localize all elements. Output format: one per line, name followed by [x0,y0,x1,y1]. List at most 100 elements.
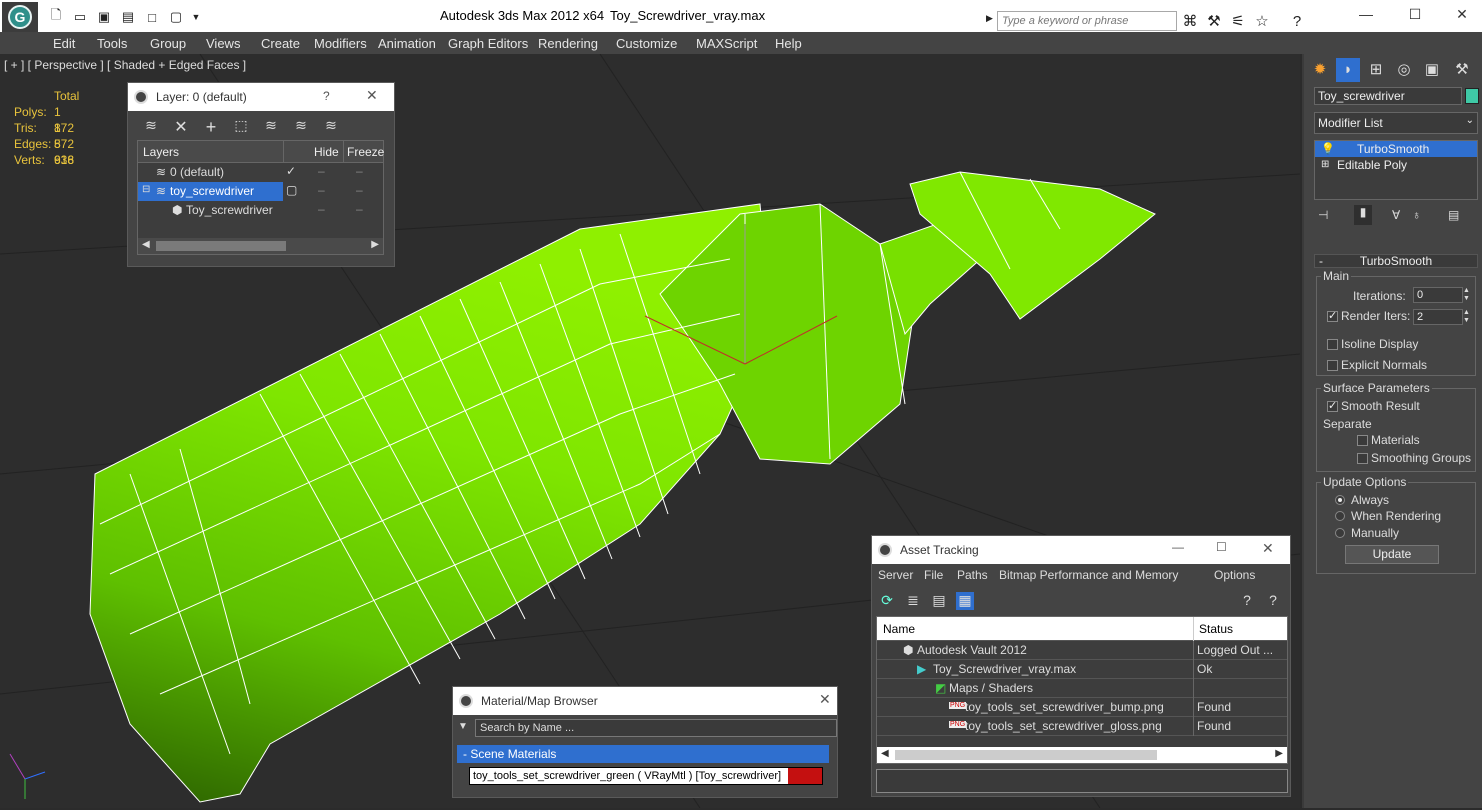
asset-row[interactable]: PNG toy_tools_set_screwdriver_gloss.png … [877,717,1287,736]
menu-animation[interactable]: Animation [378,36,436,51]
column-name[interactable]: Name [883,622,915,636]
menu-rendering[interactable]: Rendering [538,36,598,51]
close-icon[interactable]: ✕ [1262,540,1274,557]
menu-maxscript[interactable]: MAXScript [696,36,757,51]
help-icon[interactable]: ? [1287,11,1307,31]
horizontal-scrollbar[interactable]: ◀ ▶ [877,747,1287,763]
asset-dialog-titlebar[interactable]: Asset Tracking — ☐ ✕ [872,536,1290,564]
hide-toggle[interactable]: ‒ [318,183,325,197]
layer-dialog-titlebar[interactable]: Layer: 0 (default) ? ✕ [128,83,394,111]
hide-toggle[interactable]: ‒ [318,164,325,178]
material-browser-titlebar[interactable]: Material/Map Browser ✕ [453,687,837,715]
stack-item-editable-poly[interactable]: ⊞ Editable Poly [1315,157,1477,173]
menu-options[interactable]: Options [1214,568,1255,582]
scroll-left-icon[interactable]: ◀ [881,748,889,759]
freeze-toggle[interactable]: ‒ [356,202,363,216]
scene-materials-group[interactable]: - Scene Materials [457,745,829,763]
scrollbar-thumb[interactable] [895,750,1157,760]
freeze-all-layers-icon[interactable]: ≋ [322,117,340,135]
menu-modifiers[interactable]: Modifiers [314,36,367,51]
scroll-left-icon[interactable]: ◀ [142,239,150,250]
scroll-right-icon[interactable]: ▶ [371,239,379,250]
help-icon[interactable]: ? [1238,592,1256,610]
minimize-icon[interactable]: — [1172,540,1184,554]
create-tab-icon[interactable]: ✹ [1308,58,1332,82]
close-icon[interactable]: ✕ [819,691,831,708]
column-hide[interactable]: Hide [314,145,339,159]
modifier-list-dropdown[interactable]: Modifier List ⌄ [1314,112,1478,134]
list-view-icon[interactable]: ≣ [904,592,922,610]
hide-all-layers-icon[interactable]: ≋ [292,117,310,135]
save-file-icon[interactable]: ▣ [96,9,112,25]
app-menu-button[interactable]: G [2,2,38,32]
motion-tab-icon[interactable]: ◎ [1392,58,1416,82]
scrollbar-thumb[interactable] [156,241,286,251]
update-button[interactable]: Update [1345,545,1439,564]
table-view-icon[interactable]: ▦ [956,592,974,610]
select-objects-icon[interactable]: ⬚ [232,117,250,135]
favorites-star-icon[interactable]: ☆ [1252,11,1272,31]
collapse-icon[interactable]: ⊟ [142,184,150,195]
redo-icon[interactable]: □ [144,9,160,25]
horizontal-scrollbar[interactable]: ◀ ▶ [138,238,383,254]
render-iters-checkbox[interactable] [1327,309,1338,322]
communication-center-icon[interactable]: ⚒ [1204,11,1224,31]
column-status[interactable]: Status [1199,622,1233,636]
menu-edit[interactable]: Edit [53,36,75,51]
menu-file[interactable]: File [924,568,943,582]
refresh-icon[interactable]: ⟳ [878,592,896,610]
smoothing-groups-checkbox[interactable] [1357,453,1368,464]
pin-stack-icon[interactable]: ⊣ [1318,208,1328,222]
asset-row[interactable]: ◩ Maps / Shaders [877,679,1287,698]
material-search-input[interactable]: Search by Name ... [475,719,837,737]
menu-graph-editors[interactable]: Graph Editors [448,36,528,51]
menu-group[interactable]: Group [150,36,186,51]
iterations-spinner[interactable]: 0 [1413,287,1463,303]
close-icon[interactable]: ✕ [366,87,378,104]
material-item[interactable]: toy_tools_set_screwdriver_green ( VRayMt… [469,767,823,785]
explicit-normals-checkbox[interactable] [1327,360,1338,371]
menu-bitmap-performance[interactable]: Bitmap Performance and Memory [999,568,1178,582]
turbosmooth-rollout-header[interactable]: - TurboSmooth [1314,254,1478,268]
configure-sets-icon[interactable]: ▤ [1448,208,1459,222]
help-icon[interactable]: ? [323,89,330,103]
binoculars-icon[interactable]: ⌘ [1180,11,1200,31]
freeze-toggle[interactable]: ‒ [356,164,363,178]
menu-server[interactable]: Server [878,568,913,582]
display-tab-icon[interactable]: ▣ [1420,58,1444,82]
spinner-arrows-icon[interactable]: ▲ ▼ [1463,309,1470,325]
thumbnail-view-icon[interactable]: ▤ [930,592,948,610]
menu-views[interactable]: Views [206,36,240,51]
menu-create[interactable]: Create [261,36,300,51]
delete-layer-icon[interactable]: ✕ [172,117,190,136]
materials-checkbox[interactable] [1357,435,1368,446]
new-file-icon[interactable]: 🗋 [48,7,64,25]
hide-toggle[interactable]: ‒ [318,202,325,216]
utilities-tab-icon[interactable]: ⚒ [1450,58,1474,82]
asset-row[interactable]: PNG toy_tools_set_screwdriver_bump.png F… [877,698,1287,717]
create-layer-icon[interactable]: ≋ [142,117,160,135]
subscription-icon[interactable]: ⚟ [1228,11,1248,31]
menu-help[interactable]: Help [775,36,802,51]
object-color-swatch[interactable] [1465,88,1479,104]
object-row[interactable]: ⬢ Toy_screwdriver ‒ ‒ [138,201,383,220]
light-bulb-icon[interactable]: 💡 [1321,141,1335,157]
search-input[interactable]: Type a keyword or phrase [997,11,1177,31]
close-window-icon[interactable]: ✕ [1452,6,1472,26]
maximize-window-icon[interactable]: ☐ [1405,6,1425,26]
asset-row[interactable]: ⬢ Autodesk Vault 2012 Logged Out ... [877,641,1287,660]
search-expand-icon[interactable]: ▶ [986,13,996,29]
always-radio[interactable] [1335,495,1345,505]
isoline-display-checkbox[interactable] [1327,339,1338,350]
modify-tab-icon[interactable]: ◗ [1336,58,1360,82]
open-file-icon[interactable]: ▭ [72,9,88,25]
column-freeze[interactable]: Freeze [347,145,384,159]
manually-radio[interactable] [1335,528,1345,538]
menu-paths[interactable]: Paths [957,568,988,582]
stack-item-turbosmooth[interactable]: 💡 TurboSmooth [1315,141,1477,157]
hierarchy-tab-icon[interactable]: ⊞ [1364,58,1388,82]
show-end-result-icon[interactable]: ▮ [1354,205,1372,225]
highlight-layer-icon[interactable]: ≋ [262,117,280,135]
options-icon[interactable]: ? [1264,592,1282,610]
expand-icon[interactable]: ⊞ [1321,157,1329,173]
